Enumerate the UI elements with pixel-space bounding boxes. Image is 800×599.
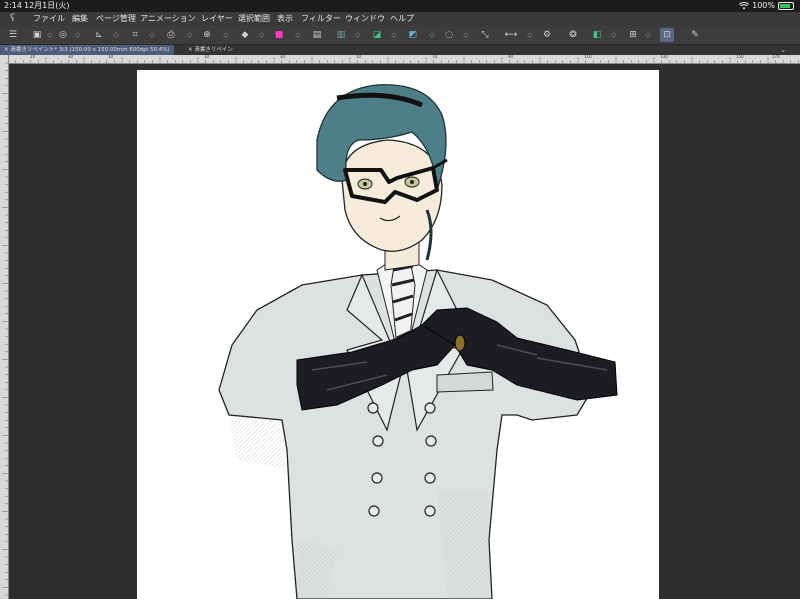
- battery-percent: 100%: [752, 1, 775, 10]
- spinner-icon[interactable]: ◇: [428, 28, 436, 42]
- spinner-icon[interactable]: ◇: [390, 28, 398, 42]
- menu-layer[interactable]: レイヤー: [201, 12, 233, 26]
- spinner-icon[interactable]: ◇: [258, 28, 266, 42]
- battery-icon: [778, 2, 794, 10]
- select-icon[interactable]: ⚙: [540, 28, 554, 42]
- ruler-label: 20: [30, 55, 36, 59]
- table-icon[interactable]: ▤: [310, 28, 324, 42]
- menu-help[interactable]: ヘルプ: [390, 12, 414, 26]
- ruler-label: 110: [584, 55, 592, 59]
- ruler-label: 10: [108, 55, 114, 59]
- ruler-label: 30: [280, 55, 286, 59]
- menu-animation[interactable]: アニメーション: [140, 12, 196, 26]
- spinner-icon[interactable]: ◇: [112, 28, 120, 42]
- adjust-icon[interactable]: ◪: [370, 28, 384, 42]
- status-right: 100%: [739, 0, 794, 12]
- ruler-top[interactable]: 20 30 10 10 30 50 70 90 110 130 150 170: [8, 55, 800, 64]
- spinner-icon[interactable]: ◇: [148, 28, 156, 42]
- chevron-down-icon[interactable]: ⌄: [780, 45, 786, 55]
- ruler-label: 90: [508, 55, 514, 59]
- ruler-label: 150: [736, 55, 744, 59]
- menu-edit[interactable]: 編集: [72, 12, 88, 26]
- view-icon[interactable]: ◎: [56, 28, 70, 42]
- ruler-label: 170: [772, 55, 780, 59]
- spinner-icon[interactable]: ◇: [294, 28, 302, 42]
- command-bar: ☰ ▣ ◇ ◎ ◇ ⊾ ◇ ⌗ ◇ ⎙ ◇ ⊕ ◇ ◆ ◇ ■ ◇ ▤ ▥ ◇ …: [0, 26, 800, 45]
- correct-icon[interactable]: ◩: [406, 28, 420, 42]
- ruler-label: 70: [432, 55, 438, 59]
- spinner-icon[interactable]: ◇: [74, 28, 82, 42]
- save-icon[interactable]: ▣: [30, 28, 44, 42]
- print-icon[interactable]: ⎙: [164, 28, 178, 42]
- clip-studio-logo-icon[interactable]: ʕ: [10, 12, 15, 26]
- menu-page-management[interactable]: ページ管理: [96, 12, 136, 26]
- spinner-icon[interactable]: ◇: [610, 28, 618, 42]
- ruler-label: 10: [204, 55, 210, 59]
- ruler-label: 50: [356, 55, 362, 59]
- tool-active-icon[interactable]: ⊡: [660, 28, 674, 42]
- reference-icon[interactable]: ⊞: [626, 28, 640, 42]
- lasso-icon[interactable]: ◌: [442, 28, 456, 42]
- character-illustration: [218, 84, 618, 599]
- status-date: 12月1日(火): [24, 1, 70, 10]
- transform-icon[interactable]: ⤡: [478, 28, 492, 42]
- tab-bar: ✕ 清書きリペイント* 3/3 (150.00 x 150.00mm 600dp…: [0, 45, 800, 55]
- tab-document-2[interactable]: ✕ 清書きリペイン: [184, 45, 237, 55]
- menu-selection[interactable]: 選択範囲: [238, 12, 270, 26]
- ruler-left[interactable]: [0, 55, 9, 599]
- layer-color-icon[interactable]: ◧: [590, 28, 604, 42]
- fill-icon[interactable]: ◆: [238, 28, 252, 42]
- tab-document-1[interactable]: ✕ 清書きリペイント* 3/3 (150.00 x 150.00mm 600dp…: [0, 45, 174, 55]
- spinner-icon[interactable]: ◇: [644, 28, 652, 42]
- spinner-icon[interactable]: ◇: [526, 28, 534, 42]
- selection-circle-icon[interactable]: ❂: [566, 28, 580, 42]
- menu-file[interactable]: ファイル: [33, 12, 65, 26]
- ruler-label: 130: [660, 55, 668, 59]
- spinner-icon[interactable]: ◇: [186, 28, 194, 42]
- menu-view[interactable]: 表示: [277, 12, 293, 26]
- flip-icon[interactable]: ⟷: [504, 28, 518, 42]
- ruler-icon[interactable]: ⊾: [92, 28, 106, 42]
- spinner-icon[interactable]: ◇: [462, 28, 470, 42]
- pen-icon[interactable]: ✎: [688, 28, 702, 42]
- spinner-icon[interactable]: ◇: [46, 28, 54, 42]
- crop-icon[interactable]: ⌗: [128, 28, 142, 42]
- spinner-icon[interactable]: ◇: [222, 28, 230, 42]
- canvas-page[interactable]: [137, 70, 659, 599]
- status-time: 2:14: [4, 1, 22, 10]
- menu-bar: ʕ ファイル 編集 ページ管理 アニメーション レイヤー 選択範囲 表示 フィル…: [0, 12, 800, 26]
- menu-window[interactable]: ウィンドウ: [345, 12, 385, 26]
- ruler-label: 30: [68, 55, 74, 59]
- menu-filter[interactable]: フィルター: [301, 12, 341, 26]
- spinner-icon[interactable]: ◇: [354, 28, 362, 42]
- hamburger-menu-icon[interactable]: ☰: [6, 28, 20, 42]
- wifi-icon: [739, 2, 750, 10]
- status-bar: 2:14 12月1日(火) 100%: [0, 0, 800, 12]
- layer-thumbnail-icon[interactable]: ▥: [334, 28, 348, 42]
- color-icon[interactable]: ■: [272, 28, 286, 42]
- layer-settings-icon[interactable]: ⊕: [200, 28, 214, 42]
